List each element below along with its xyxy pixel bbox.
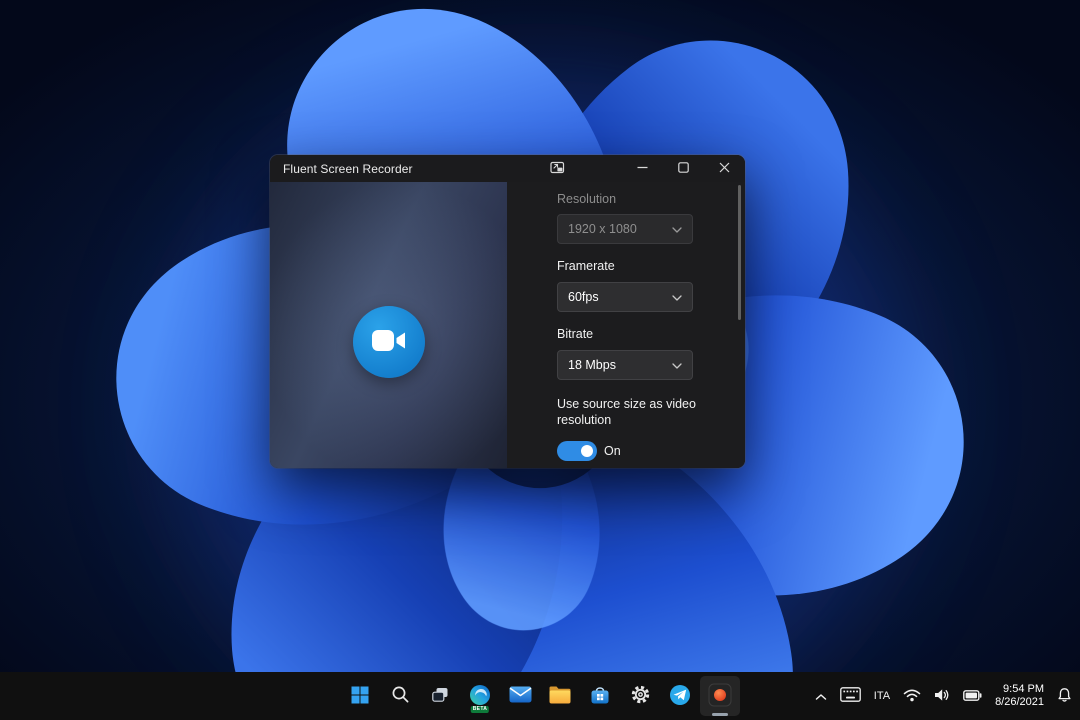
clock[interactable]: 9:54 PM 8/26/2021 bbox=[993, 683, 1046, 710]
compact-overlay-icon bbox=[550, 161, 565, 177]
screen-recorder-app-icon bbox=[708, 683, 732, 710]
maximize-icon bbox=[678, 161, 689, 176]
file-explorer-icon bbox=[548, 685, 572, 708]
mail-icon bbox=[509, 686, 532, 706]
task-view-icon bbox=[430, 685, 450, 708]
chevron-down-icon bbox=[672, 358, 682, 372]
volume-button[interactable] bbox=[932, 686, 952, 707]
fluent-screen-recorder-taskbar-button[interactable] bbox=[700, 676, 740, 716]
source-size-toggle[interactable] bbox=[557, 441, 597, 461]
fluent-screen-recorder-window: Fluent Screen Recorder bbox=[270, 155, 745, 468]
close-icon bbox=[719, 161, 730, 176]
microsoft-store-button[interactable] bbox=[580, 676, 620, 716]
task-view-button[interactable] bbox=[420, 676, 460, 716]
edge-beta-badge: BETA bbox=[471, 706, 489, 713]
video-camera-icon bbox=[371, 327, 407, 357]
file-explorer-button[interactable] bbox=[540, 676, 580, 716]
speaker-icon bbox=[934, 688, 950, 705]
taskbar-center: BETA bbox=[340, 676, 740, 716]
chevron-up-icon bbox=[815, 689, 827, 704]
keyboard-icon bbox=[840, 687, 861, 705]
bitrate-value: 18 Mbps bbox=[568, 358, 616, 372]
notifications-button[interactable] bbox=[1055, 685, 1074, 708]
language-indicator[interactable]: ITA bbox=[872, 690, 892, 702]
source-size-label: Use source size as video resolution bbox=[557, 396, 719, 428]
battery-icon bbox=[963, 689, 982, 704]
compact-overlay-button[interactable] bbox=[537, 155, 578, 182]
wifi-icon bbox=[903, 688, 921, 705]
mail-button[interactable] bbox=[500, 676, 540, 716]
record-button[interactable] bbox=[353, 306, 425, 378]
preview-pane bbox=[270, 182, 507, 468]
settings-app-button[interactable] bbox=[620, 676, 660, 716]
toggle-knob bbox=[581, 445, 593, 457]
search-icon bbox=[391, 685, 410, 707]
start-button[interactable] bbox=[340, 676, 380, 716]
telegram-button[interactable] bbox=[660, 676, 700, 716]
close-button[interactable] bbox=[704, 155, 745, 182]
gear-icon bbox=[630, 684, 651, 708]
titlebar[interactable]: Fluent Screen Recorder bbox=[270, 155, 745, 182]
maximize-button[interactable] bbox=[663, 155, 704, 182]
framerate-dropdown[interactable]: 60fps bbox=[557, 282, 693, 312]
framerate-value: 60fps bbox=[568, 290, 599, 304]
resolution-value: 1920 x 1080 bbox=[568, 222, 637, 236]
resolution-label: Resolution bbox=[557, 192, 616, 206]
edge-beta-button[interactable]: BETA bbox=[460, 676, 500, 716]
bitrate-dropdown[interactable]: 18 Mbps bbox=[557, 350, 693, 380]
framerate-label: Framerate bbox=[557, 259, 615, 273]
bell-icon bbox=[1057, 687, 1072, 706]
tray-date: 8/26/2021 bbox=[995, 696, 1044, 710]
resolution-dropdown[interactable]: 1920 x 1080 bbox=[557, 214, 693, 244]
settings-pane: Resolution 1920 x 1080 Framerate 60fps B… bbox=[507, 182, 745, 468]
chevron-down-icon bbox=[672, 222, 682, 236]
caption-buttons bbox=[537, 155, 745, 182]
microsoft-store-icon bbox=[589, 684, 611, 709]
window-content: Resolution 1920 x 1080 Framerate 60fps B… bbox=[270, 182, 745, 468]
bitrate-label: Bitrate bbox=[557, 327, 593, 341]
windows-logo-icon bbox=[351, 686, 369, 707]
system-tray: ITA bbox=[813, 672, 1074, 720]
settings-scrollbar[interactable] bbox=[738, 185, 741, 320]
tray-time: 9:54 PM bbox=[1003, 683, 1044, 697]
telegram-icon bbox=[668, 683, 692, 710]
minimize-button[interactable] bbox=[622, 155, 663, 182]
taskbar: BETA bbox=[0, 672, 1080, 720]
window-title: Fluent Screen Recorder bbox=[283, 162, 413, 176]
touch-keyboard-button[interactable] bbox=[838, 685, 863, 707]
minimize-icon bbox=[637, 161, 648, 176]
battery-button[interactable] bbox=[961, 687, 984, 706]
wifi-button[interactable] bbox=[901, 686, 923, 707]
chevron-down-icon bbox=[672, 290, 682, 304]
tray-overflow-button[interactable] bbox=[813, 687, 829, 706]
search-button[interactable] bbox=[380, 676, 420, 716]
source-size-toggle-row: On bbox=[557, 441, 621, 461]
toggle-state-label: On bbox=[604, 444, 621, 458]
